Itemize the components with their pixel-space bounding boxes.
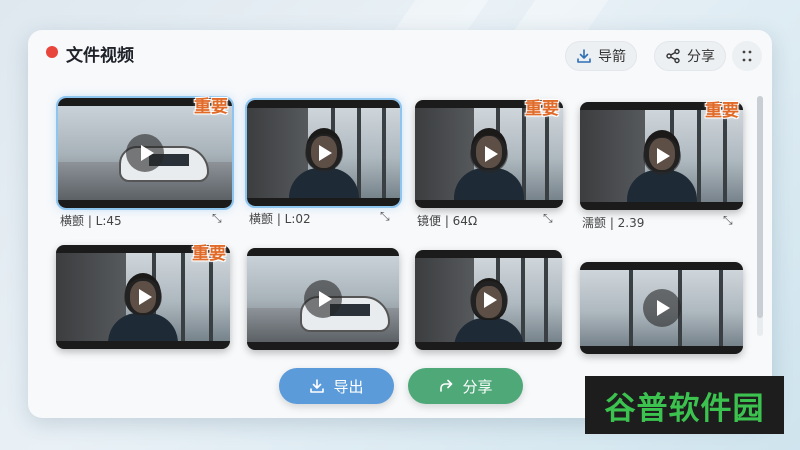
window-frame [181,253,186,341]
video-panel: 文件视频 导箭 分享 重要 横颤 | L:45 ⤡ 横颤 | L:02 ⤡ 重要 镜便 | … [28,30,772,418]
window-frame [381,108,386,198]
share-button[interactable]: 分享 [654,41,726,71]
collapse-icon[interactable]: ⤡ [380,209,390,224]
window-frame [718,270,723,346]
play-icon[interactable] [469,281,508,319]
video-thumbnail[interactable] [247,248,399,350]
window-frame [628,270,633,346]
scrollbar[interactable] [757,96,763,336]
window-frame [697,110,702,202]
important-badge: 重要 [192,244,226,264]
collapse-icon[interactable]: ⤡ [212,211,222,226]
window-frame [209,253,214,341]
download-icon [310,379,325,393]
window-frame [723,110,728,202]
footer-share-label: 分享 [462,377,493,396]
share-icon [440,379,453,392]
play-icon[interactable] [304,134,343,172]
video-caption: 濡颤 | 2.39 [582,216,645,230]
panel-header: 文件视频 导箭 分享 [28,30,772,84]
important-badge: 重要 [525,99,559,119]
play-icon[interactable] [470,135,508,173]
share-button-label: 分享 [687,49,715,65]
video-caption: 横颤 | L:02 [249,212,311,226]
more-icon [742,50,752,62]
video-thumbnail[interactable] [580,262,743,354]
window-frame [544,258,549,342]
play-icon[interactable] [304,280,342,318]
export-button-label: 导箭 [598,49,626,65]
site-watermark: 谷普软件园 [585,376,784,434]
play-icon[interactable] [126,134,164,172]
play-icon[interactable] [642,137,681,175]
video-thumbnail[interactable] [245,98,402,208]
collapse-icon[interactable]: ⤡ [543,211,553,226]
play-icon[interactable] [642,289,681,327]
status-dot [46,46,58,58]
video-caption: 镜便 | 64Ω [417,214,478,228]
video-caption: 横颤 | L:45 [60,214,122,228]
collapse-icon[interactable]: ⤡ [723,213,733,228]
scrollbar-thumb[interactable] [757,96,763,318]
download-icon [577,49,591,63]
footer-share-button[interactable]: 分享 [408,368,523,404]
more-options-button[interactable] [732,41,762,71]
share-icon [666,48,680,64]
play-icon[interactable] [124,278,162,316]
export-button[interactable]: 导箭 [565,41,637,71]
footer-export-button[interactable]: 导出 [279,368,394,404]
window-frame [545,108,550,200]
video-thumbnail[interactable] [415,250,562,350]
important-badge: 重要 [194,97,228,117]
important-badge: 重要 [705,101,739,121]
footer-export-label: 导出 [333,377,364,396]
panel-title: 文件视频 [66,46,134,66]
